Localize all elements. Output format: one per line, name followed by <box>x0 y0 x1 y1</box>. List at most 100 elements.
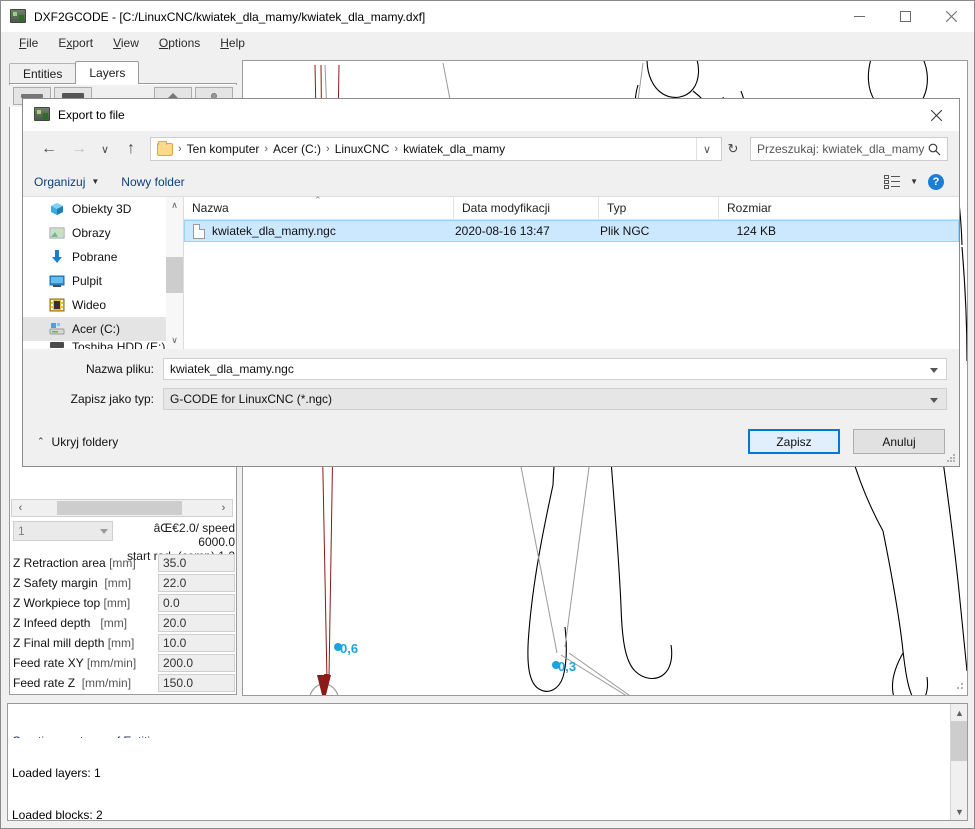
file-list-header: ⌃ Nazwa Data modyfikacji Typ Rozmiar <box>184 194 959 220</box>
menu-help[interactable]: Help <box>210 33 255 53</box>
address-dropdown-icon[interactable]: ∨ <box>695 138 717 160</box>
up-button[interactable]: ↑ <box>116 135 146 163</box>
sidebar-item-toshiba-hdd-e[interactable]: Toshiba HDD (E:) <box>23 341 183 349</box>
sidebar-scrollbar[interactable]: ∧ ∨ <box>166 197 183 349</box>
organize-button[interactable]: Organizuj ▼ <box>34 175 99 189</box>
minimize-button[interactable] <box>836 1 882 32</box>
param-value-retraction[interactable]: 35.0 <box>158 554 235 572</box>
sidebar-label-obrazy: Obrazy <box>72 226 111 240</box>
scroll-left-arrow[interactable]: ‹ <box>12 500 29 516</box>
canvas-resize-grip[interactable] <box>953 681 965 693</box>
dialog-command-bar: Organizuj ▼ Nowy folder ▼ ? <box>23 167 959 197</box>
address-bar[interactable]: › Ten komputer › Acer (C:) › LinuxCNC › … <box>150 137 722 161</box>
chevron-up-icon: ⌃ <box>37 436 45 446</box>
search-box[interactable]: Przeszukaj: kwiatek_dla_mamy <box>750 137 948 161</box>
log-text: Creating contours of Entities Loaded lay… <box>8 704 967 820</box>
dialog-app-icon <box>34 107 50 123</box>
menu-options[interactable]: Options <box>149 33 210 53</box>
sidebar-item-wideo[interactable]: Wideo <box>23 293 183 317</box>
back-button[interactable]: ← <box>34 135 64 163</box>
sidebar-scroll-down[interactable]: ∨ <box>166 332 183 349</box>
sidebar-label-acer-c: Acer (C:) <box>72 322 120 336</box>
menu-file-label-rest: ile <box>26 36 39 50</box>
column-header-rozmiar[interactable]: Rozmiar <box>719 197 799 220</box>
file-type-cell: Plik NGC <box>600 224 650 238</box>
close-button[interactable] <box>928 1 974 32</box>
log-scroll-down[interactable]: ▼ <box>951 803 967 820</box>
param-value-feed-xy[interactable]: 200.0 <box>158 654 235 672</box>
param-value-final-depth[interactable]: 10.0 <box>158 634 235 652</box>
log-panel[interactable]: Creating contours of Entities Loaded lay… <box>7 703 968 821</box>
tab-entities[interactable]: Entities <box>9 63 77 84</box>
sidebar-item-pulpit[interactable]: Pulpit <box>23 269 183 293</box>
sidebar-scroll-up[interactable]: ∧ <box>166 197 183 214</box>
layer-select[interactable]: 1 <box>13 521 113 541</box>
menu-file[interactable]: File <box>9 33 48 53</box>
log-scroll-up[interactable]: ▲ <box>951 704 967 721</box>
filename-input[interactable]: kwiatek_dla_mamy.ngc <box>163 358 947 380</box>
column-header-data[interactable]: Data modyfikacji <box>454 196 599 220</box>
sidebar-label-wideo: Wideo <box>72 298 107 312</box>
dialog-resize-grip[interactable] <box>946 453 956 463</box>
param-row-final-depth: Z Final mill depth [mm] 10.0 <box>13 633 235 653</box>
breadcrumb-item-1[interactable]: Acer (C:) <box>270 142 324 156</box>
sidebar-item-obrazy[interactable]: Obrazy <box>23 221 183 245</box>
breadcrumb-sep-2: › <box>326 143 330 155</box>
chevron-down-icon-2[interactable] <box>930 398 938 403</box>
hide-folders-toggle[interactable]: ⌃ Ukryj foldery <box>37 435 118 449</box>
refresh-button[interactable]: ↻ <box>722 137 744 161</box>
param-label-final-depth: Z Final mill depth [mm] <box>13 636 135 650</box>
layers-horizontal-scrollbar[interactable]: ‹ › <box>11 499 233 517</box>
chevron-down-icon[interactable] <box>930 368 938 373</box>
menu-export[interactable]: Export <box>48 33 103 53</box>
chevron-down-icon <box>100 529 108 534</box>
canvas-label-0: 0,6 <box>340 641 358 656</box>
column-header-nazwa[interactable]: ⌃ Nazwa <box>184 194 454 220</box>
help-icon[interactable]: ? <box>928 173 944 190</box>
breadcrumb-item-2[interactable]: LinuxCNC <box>332 142 393 156</box>
param-label-safety: Z Safety margin [mm] <box>13 576 132 590</box>
main-title-bar: DXF2GCODE - [C:/LinuxCNC/kwiatek_dla_mam… <box>1 1 974 32</box>
sidebar-item-pobrane[interactable]: Pobrane <box>23 245 183 269</box>
file-list: ⌃ Nazwa Data modyfikacji Typ Rozmiar kwi… <box>183 194 959 349</box>
organize-label: Organizuj <box>34 174 86 189</box>
sidebar-scroll-thumb[interactable] <box>166 257 183 293</box>
param-row-feed-xy: Feed rate XY [mm/min] 200.0 <box>13 653 235 673</box>
sidebar-item-obiekty-3d[interactable]: Obiekty 3D <box>23 197 183 221</box>
param-label-feed-xy: Feed rate XY [mm/min] <box>13 656 137 670</box>
forward-button[interactable]: → <box>64 135 94 163</box>
log-scroll-thumb[interactable] <box>951 721 967 761</box>
maximize-button[interactable] <box>882 1 928 32</box>
scroll-right-arrow[interactable]: › <box>215 500 232 516</box>
log-line-0: Creating contours of Entities <box>12 734 963 738</box>
view-layout-icon[interactable] <box>884 174 901 189</box>
search-input[interactable]: Przeszukaj: kwiatek_dla_mamy <box>757 142 928 156</box>
param-value-infeed[interactable]: 20.0 <box>158 614 235 632</box>
dialog-close-button[interactable] <box>913 99 959 131</box>
scroll-track[interactable] <box>29 500 215 516</box>
new-folder-button[interactable]: Nowy folder <box>121 175 184 189</box>
filetype-select[interactable]: G-CODE for LinuxCNC (*.ngc) <box>163 388 947 410</box>
recent-locations-button[interactable]: ∨ <box>94 135 116 163</box>
app-icon <box>10 8 26 25</box>
breadcrumb-item-3[interactable]: kwiatek_dla_mamy <box>400 142 508 156</box>
cancel-button[interactable]: Anuluj <box>853 429 945 454</box>
param-row-safety: Z Safety margin [mm] 22.0 <box>13 573 235 593</box>
column-header-typ[interactable]: Typ <box>599 196 719 220</box>
param-value-safety[interactable]: 22.0 <box>158 574 235 592</box>
param-value-workpiece-top[interactable]: 0.0 <box>158 594 235 612</box>
view-chevron-down-icon[interactable]: ▼ <box>910 177 918 186</box>
table-row[interactable]: kwiatek_dla_mamy.ngc 2020-08-16 13:47 Pl… <box>184 220 959 242</box>
tab-layers[interactable]: Layers <box>75 61 140 84</box>
file-name-text: kwiatek_dla_mamy.ngc <box>212 224 336 238</box>
save-button[interactable]: Zapisz <box>748 429 840 454</box>
breadcrumb-item-0[interactable]: Ten komputer <box>184 142 263 156</box>
tab-layers-label: Layers <box>89 66 126 80</box>
scroll-thumb[interactable] <box>57 501 182 515</box>
sort-ascending-icon: ⌃ <box>314 194 322 205</box>
sidebar-item-acer-c[interactable]: Acer (C:) <box>23 317 183 341</box>
log-scrollbar[interactable]: ▲ ▼ <box>950 704 967 820</box>
param-row-workpiece-top: Z Workpiece top [mm] 0.0 <box>13 593 235 613</box>
param-value-feed-z[interactable]: 150.0 <box>158 674 235 692</box>
menu-view[interactable]: View <box>103 33 149 53</box>
